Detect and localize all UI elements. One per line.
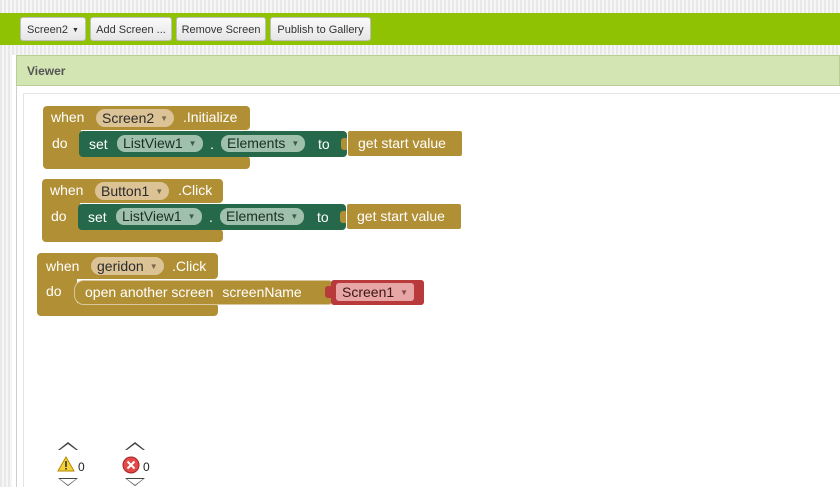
property-dropdown[interactable]: Elements ▼ (221, 135, 306, 152)
component-dropdown[interactable]: Button1 ▼ (95, 182, 170, 200)
set-keyword: set (88, 209, 107, 225)
left-gutter (0, 55, 12, 487)
component-dropdown[interactable]: geridon ▼ (91, 257, 164, 275)
viewer-header: Viewer (16, 55, 840, 86)
separator-strip (0, 45, 840, 55)
publish-to-gallery-button[interactable]: Publish to Gallery (270, 17, 371, 41)
dropdown-arrow-icon: ▼ (187, 212, 196, 221)
component-name: Screen2 (102, 110, 155, 126)
component-name: Button1 (101, 183, 150, 199)
do-keyword: do (51, 208, 67, 224)
workspace-border-top (23, 93, 840, 94)
dropdown-arrow-icon: ▼ (149, 262, 158, 271)
do-keyword: do (46, 283, 62, 299)
caret-down-icon: ▼ (72, 27, 79, 34)
warning-icon (57, 456, 75, 472)
event-name: .Click (172, 258, 207, 274)
error-icon (122, 456, 140, 474)
open-another-screen-block[interactable]: open another screen screenName (74, 280, 332, 305)
screen-dropdown[interactable]: Screen1 ▼ (336, 283, 415, 301)
event-block-footer (43, 156, 250, 169)
dot-separator: . (209, 209, 213, 225)
next-error-arrow-icon[interactable] (125, 478, 145, 486)
screen-name-param-label: screenName (222, 284, 302, 300)
dropdown-arrow-icon: ▼ (290, 212, 299, 221)
when-keyword: when (46, 258, 80, 274)
dot-separator: . (210, 136, 214, 152)
property-dropdown[interactable]: Elements ▼ (220, 208, 305, 225)
warning-count: 0 (78, 460, 85, 474)
next-warning-arrow-icon[interactable] (58, 478, 78, 486)
dropdown-arrow-icon: ▼ (160, 114, 169, 123)
viewer-title: Viewer (27, 64, 66, 78)
event-block-footer (42, 229, 223, 242)
when-keyword: when (50, 182, 84, 198)
value-plug (340, 211, 346, 223)
dropdown-arrow-icon: ▼ (291, 139, 300, 148)
target-component-dropdown[interactable]: ListView1 ▼ (117, 135, 203, 152)
add-screen-button[interactable]: Add Screen ... (90, 17, 172, 41)
screen-select-label: Screen2 (27, 24, 69, 36)
property-name: Elements (226, 208, 285, 224)
when-keyword: when (51, 109, 85, 125)
top-strip (0, 0, 840, 14)
error-count: 0 (143, 460, 150, 474)
to-keyword: to (318, 136, 330, 152)
workspace-border-left (23, 93, 24, 487)
to-keyword: to (317, 209, 329, 225)
open-screen-label: open another screen (85, 284, 214, 300)
screen-select-dropdown[interactable]: Screen2 ▼ (20, 17, 86, 41)
dropdown-arrow-icon: ▼ (400, 288, 409, 297)
value-plug (341, 138, 347, 150)
component-name: geridon (97, 258, 144, 274)
dropdown-arrow-icon: ▼ (155, 187, 164, 196)
property-name: Elements (227, 135, 286, 151)
do-keyword: do (52, 135, 68, 151)
event-name: .Click (178, 182, 213, 198)
dropdown-arrow-icon: ▼ (188, 139, 197, 148)
get-start-value-block[interactable]: get start value (347, 204, 461, 229)
event-name: .Initialize (183, 109, 238, 125)
set-keyword: set (89, 136, 108, 152)
target-name: ListView1 (122, 208, 182, 224)
screen-name: Screen1 (342, 284, 395, 300)
target-component-dropdown[interactable]: ListView1 ▼ (116, 208, 202, 225)
toolbar: Screen2 ▼ Add Screen ... Remove Screen Pu… (0, 13, 840, 45)
target-name: ListView1 (123, 135, 183, 151)
get-start-value-block[interactable]: get start value (348, 131, 462, 156)
previous-error-arrow-icon[interactable] (125, 442, 145, 450)
component-dropdown[interactable]: Screen2 ▼ (96, 109, 175, 127)
previous-warning-arrow-icon[interactable] (58, 442, 78, 450)
remove-screen-button[interactable]: Remove Screen (176, 17, 266, 41)
